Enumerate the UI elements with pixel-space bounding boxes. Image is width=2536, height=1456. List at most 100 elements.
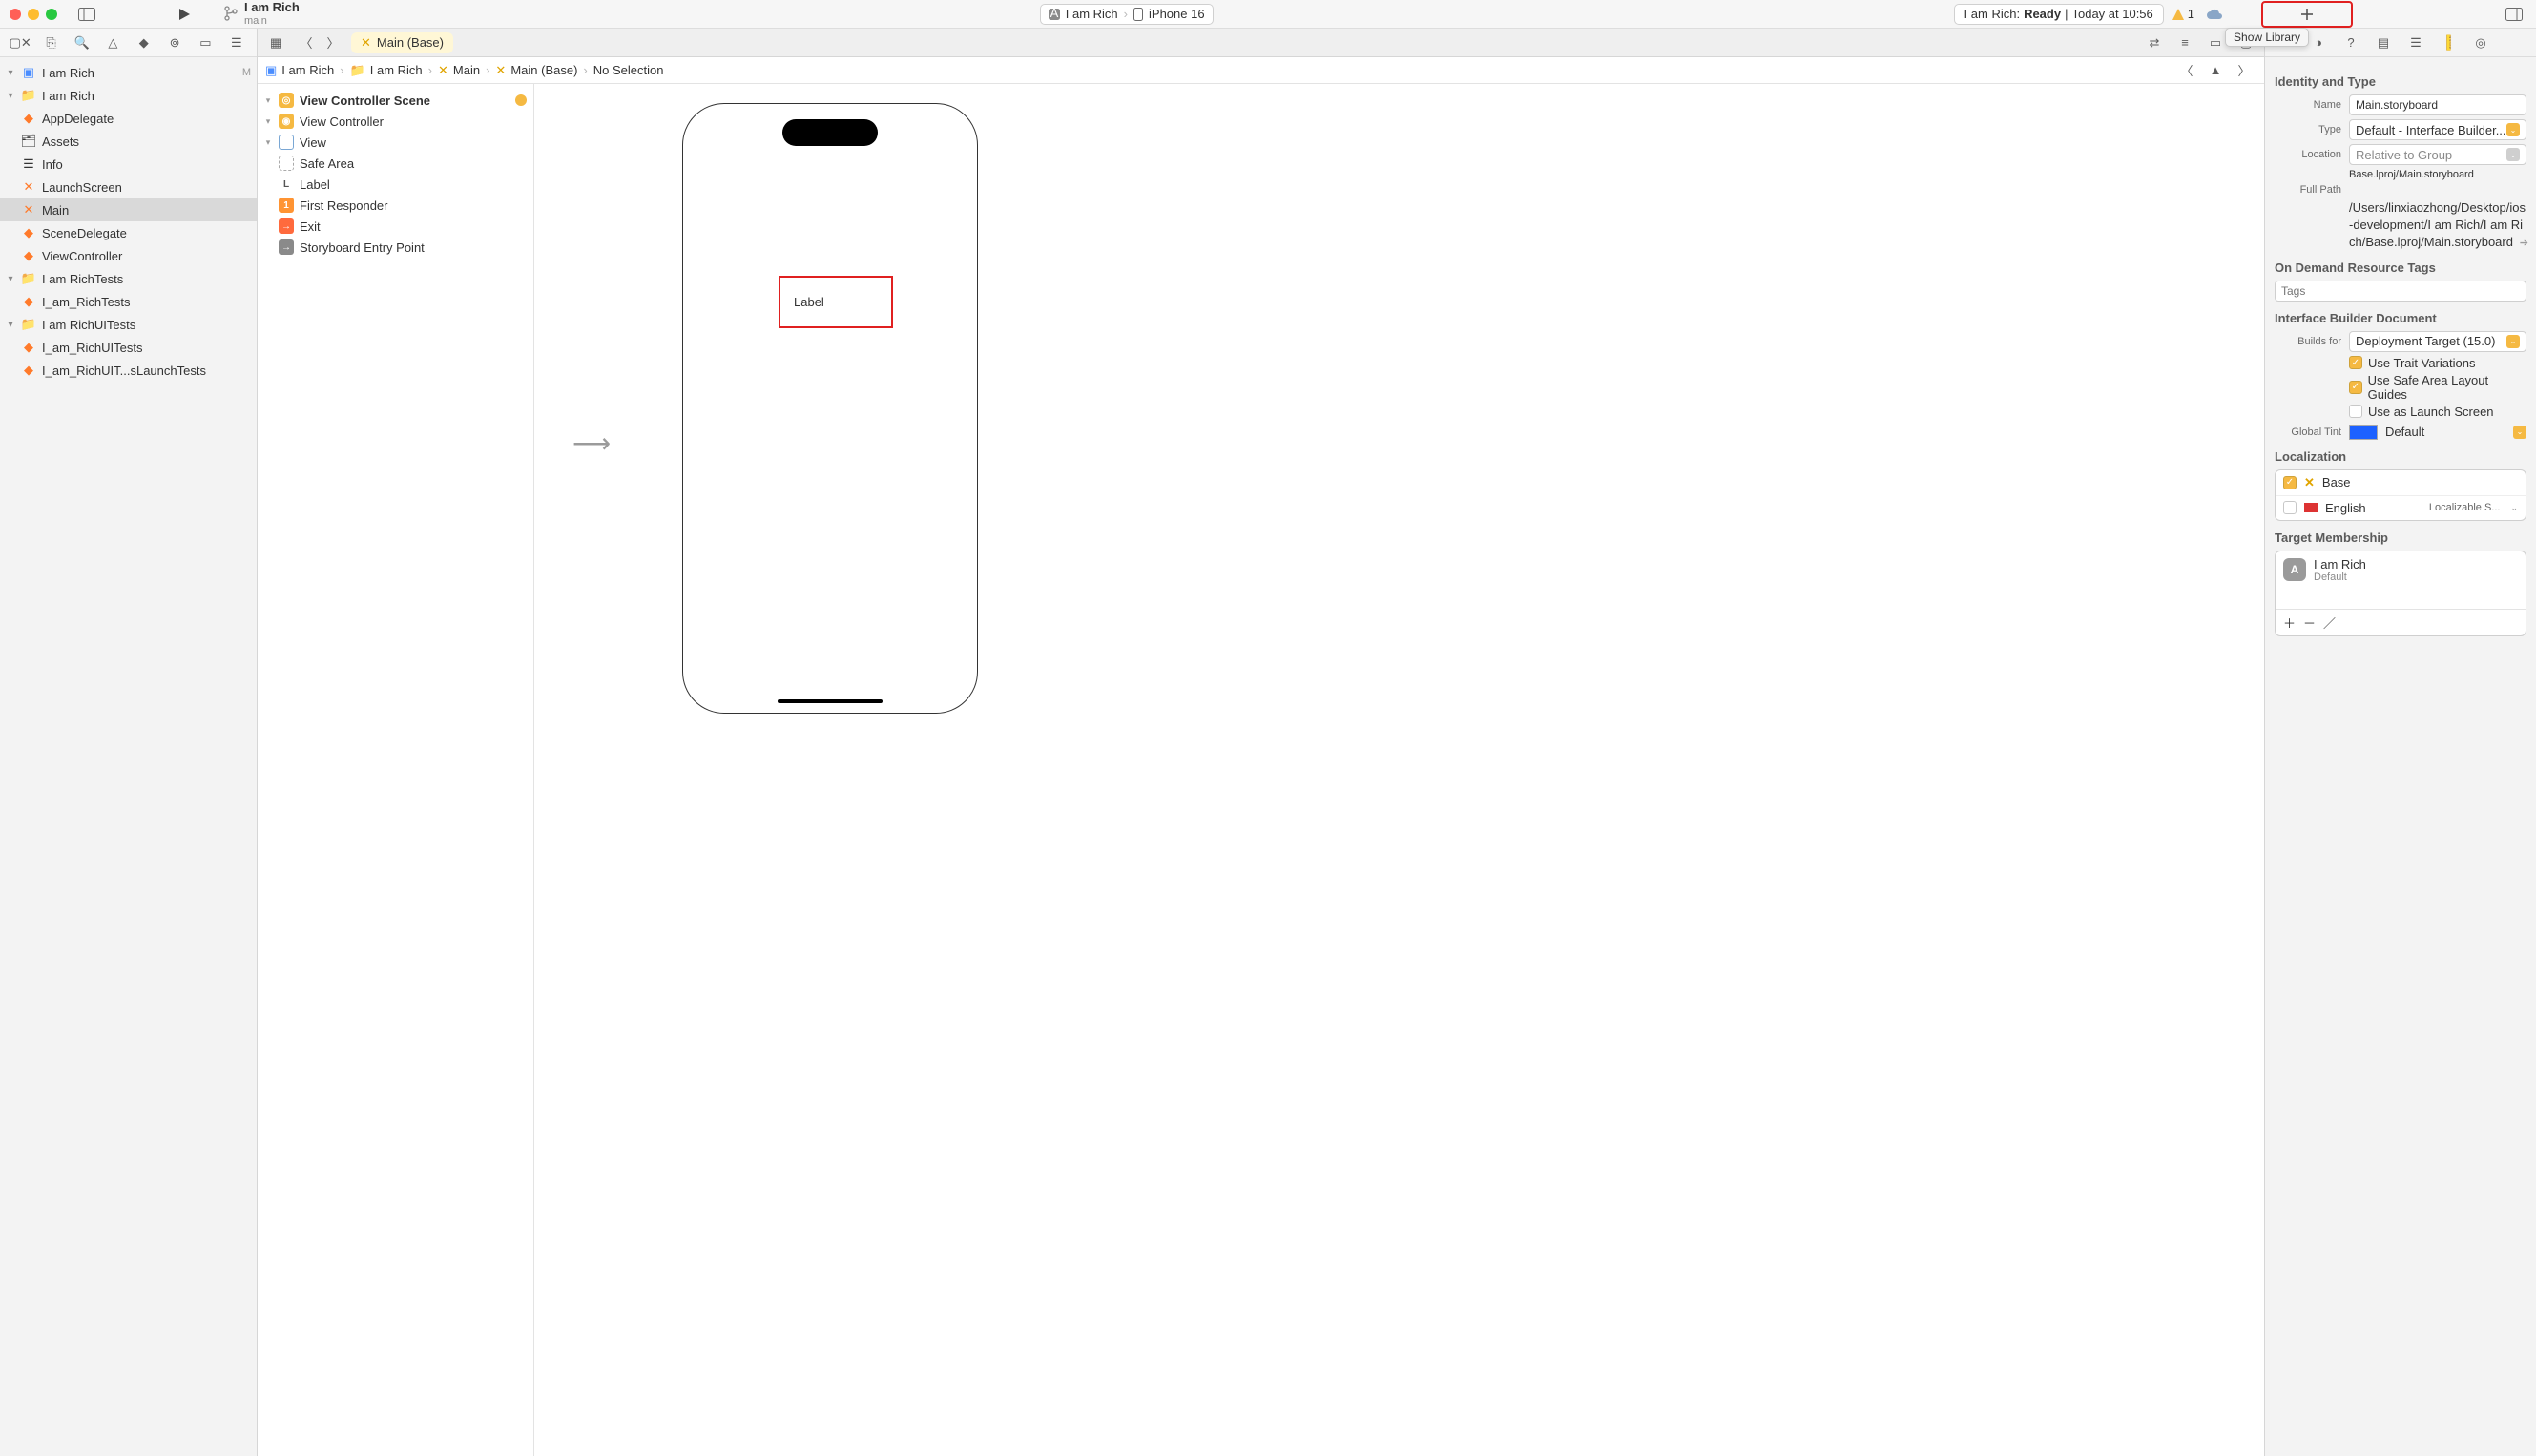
cloud-status-icon[interactable] — [2202, 4, 2227, 25]
nav-file-viewcontroller[interactable]: ◆ViewController — [0, 244, 257, 267]
type-select[interactable]: Default - Interface Builder...⌄ — [2349, 119, 2526, 140]
history-inspector-tab[interactable]: ◑ — [2307, 32, 2330, 53]
nav-search-icon[interactable]: 🔍 — [70, 32, 94, 53]
nav-file-tests[interactable]: ◆I_am_RichTests — [0, 290, 257, 313]
trait-variations-checkbox[interactable]: ✓Use Trait Variations — [2349, 356, 2526, 370]
status-separator: | — [2065, 7, 2068, 21]
folder-icon: 📁 — [21, 271, 36, 286]
outline-entry-point[interactable]: →Storyboard Entry Point — [258, 237, 533, 258]
nav-project-root[interactable]: ▾ ▣ I am Rich M — [0, 61, 257, 84]
chevron-updown-icon: ⌄ — [2510, 503, 2518, 513]
swap-icon[interactable]: ⇄ — [2142, 32, 2167, 53]
zoom-window-button[interactable] — [46, 9, 57, 20]
minimize-window-button[interactable] — [28, 9, 39, 20]
nav-reports-icon[interactable]: ☰ — [224, 32, 249, 53]
navigator-selector-bar: ▢✕ ⎘ 🔍 △ ◆ ⊚ ▭ ☰ — [0, 29, 257, 57]
fullpath-label: Full Path — [2275, 184, 2341, 196]
jump-crumb-folder[interactable]: 📁I am Rich — [350, 63, 423, 78]
safe-area-checkbox[interactable]: ✓Use Safe Area Layout Guides — [2349, 373, 2526, 402]
run-button[interactable] — [172, 4, 197, 25]
nav-breakpoints-icon[interactable]: ▭ — [193, 32, 218, 53]
outline-first-responder[interactable]: 1First Responder — [258, 195, 533, 216]
activity-status[interactable]: I am Rich: Ready | Today at 10:56 — [1954, 4, 2164, 25]
nav-close-icon[interactable]: ▢✕ — [8, 32, 32, 53]
jump-crumb-main[interactable]: ✕Main — [438, 63, 480, 78]
nav-file-main[interactable]: ✕Main — [0, 198, 257, 221]
nav-tests-icon[interactable]: ◆ — [132, 32, 156, 53]
outline-scene[interactable]: ▾◎View Controller Scene — [258, 90, 533, 111]
loc-english-type[interactable]: Localizable S... — [2429, 502, 2501, 513]
jump-crumb-project[interactable]: ▣I am Rich — [265, 63, 334, 78]
jump-crumb-selection[interactable]: No Selection — [593, 63, 664, 77]
loc-row-base[interactable]: ✓ ✕ Base — [2276, 470, 2526, 496]
jump-issue-icon[interactable]: ▲ — [2203, 60, 2228, 81]
entry-arrow-icon: ⟶ — [572, 427, 611, 459]
nav-folder-uitests[interactable]: ▾📁I am RichUITests — [0, 313, 257, 336]
outline-view[interactable]: ▾View — [258, 132, 533, 153]
jump-prev-button[interactable]: 〈 — [2174, 60, 2199, 81]
toggle-left-sidebar-button[interactable] — [74, 4, 99, 25]
close-window-button[interactable] — [10, 9, 21, 20]
interface-builder-canvas[interactable]: ⟶ Label — [534, 84, 2264, 1456]
home-indicator — [778, 699, 883, 703]
nav-folder-tests[interactable]: ▾📁I am RichTests — [0, 267, 257, 290]
location-select[interactable]: Relative to Group⌄ — [2349, 144, 2526, 165]
fullpath-arrow-icon[interactable]: ➔ — [2520, 237, 2528, 251]
nav-issues-icon[interactable]: △ — [100, 32, 125, 53]
warning-count: 1 — [2188, 7, 2194, 21]
nav-file-appdelegate[interactable]: ◆AppDelegate — [0, 107, 257, 130]
scheme-selector[interactable]: A I am Rich › iPhone 16 — [1040, 4, 1214, 25]
outline-label[interactable]: LLabel — [258, 174, 533, 195]
lines-icon[interactable]: ≡ — [2172, 32, 2197, 53]
source-control-branch[interactable]: I am Rich main — [223, 1, 300, 28]
tm-add-button[interactable]: ＋ — [2283, 614, 2296, 632]
exit-icon: → — [279, 218, 294, 234]
nav-forward-button[interactable]: 〉 — [321, 32, 345, 53]
nav-debug-icon[interactable]: ⊚ — [162, 32, 187, 53]
nav-back-button[interactable]: 〈 — [294, 32, 319, 53]
nav-file-info[interactable]: ☰Info — [0, 153, 257, 176]
loc-row-english[interactable]: ✓ English Localizable S... ⌄ — [2276, 496, 2526, 520]
canvas-label-element[interactable]: Label — [779, 276, 893, 328]
identity-inspector-tab[interactable]: ▤ — [2372, 32, 2395, 53]
builds-for-select[interactable]: Deployment Target (15.0)⌄ — [2349, 331, 2526, 352]
nav-file-launchscreen[interactable]: ✕LaunchScreen — [0, 176, 257, 198]
nav-file-uitests-launch[interactable]: ◆I_am_RichUIT...sLaunchTests — [0, 359, 257, 382]
tm-edit-button[interactable]: ／ — [2323, 614, 2336, 632]
issues-indicator[interactable]: 1 — [2172, 7, 2194, 21]
size-inspector-tab[interactable]: 📏 — [2437, 32, 2460, 53]
tint-swatch[interactable] — [2349, 425, 2378, 440]
nav-bookmark-icon[interactable]: ⎘ — [38, 32, 63, 53]
nav-file-scenedelegate[interactable]: ◆SceneDelegate — [0, 221, 257, 244]
outline-safearea[interactable]: Safe Area — [258, 153, 533, 174]
toggle-right-sidebar-button[interactable] — [2502, 4, 2526, 25]
folder-icon: 📁 — [21, 88, 36, 103]
jump-crumb-base[interactable]: ✕Main (Base) — [495, 63, 577, 78]
tm-app-name: I am Rich — [2314, 557, 2366, 572]
nav-folder-app[interactable]: ▾📁I am Rich — [0, 84, 257, 107]
tm-remove-button[interactable]: － — [2303, 614, 2316, 632]
scheme-product: I am Rich — [1066, 7, 1118, 21]
storyboard-icon: ✕ — [361, 35, 371, 51]
odr-tags-field[interactable] — [2275, 281, 2526, 302]
folder-icon: 📁 — [21, 317, 36, 332]
launch-screen-checkbox[interactable]: ✓Use as Launch Screen — [2349, 405, 2526, 419]
library-button[interactable] — [2264, 4, 2350, 25]
outline-vc[interactable]: ▾◉View Controller — [258, 111, 533, 132]
storyboard-icon: ✕ — [21, 179, 36, 195]
localization-list: ✓ ✕ Base ✓ English Localizable S... ⌄ — [2275, 469, 2526, 521]
attributes-inspector-tab[interactable]: ☰ — [2404, 32, 2427, 53]
tm-row-app[interactable]: A I am Rich Default — [2276, 551, 2526, 589]
jump-next-button[interactable]: 〉 — [2232, 60, 2256, 81]
connections-inspector-tab[interactable]: ◎ — [2469, 32, 2492, 53]
related-items-button[interactable]: ▦ — [263, 32, 288, 53]
nav-file-uitests[interactable]: ◆I_am_RichUITests — [0, 336, 257, 359]
outline-exit[interactable]: →Exit — [258, 216, 533, 237]
nav-file-assets[interactable]: 🗂Assets — [0, 130, 257, 153]
section-identity-type: Identity and Type — [2275, 74, 2526, 89]
chevron-updown-icon[interactable]: ⌄ — [2513, 426, 2526, 439]
editor-tab-main[interactable]: ✕ Main (Base) — [351, 32, 453, 53]
help-inspector-tab[interactable]: ? — [2339, 32, 2362, 53]
device-frame[interactable]: Label — [682, 103, 978, 714]
name-field[interactable] — [2349, 94, 2526, 115]
